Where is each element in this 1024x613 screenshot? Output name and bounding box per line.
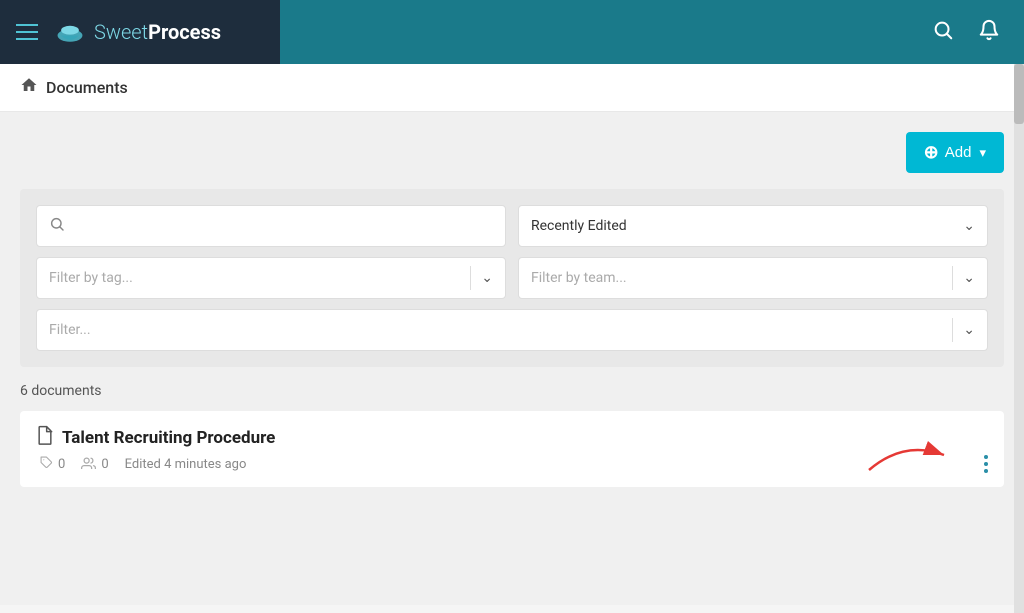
team-divider: [952, 266, 953, 290]
add-button[interactable]: ⊕ Add ▾: [906, 132, 1004, 173]
members-count: 0: [101, 457, 108, 472]
scrollbar-track[interactable]: [1014, 64, 1024, 613]
home-icon[interactable]: [20, 76, 38, 99]
tags-meta: 0: [40, 456, 65, 473]
bell-icon[interactable]: [978, 19, 1000, 46]
filter-row-1: Recently Edited ⌄: [36, 205, 988, 247]
document-title[interactable]: Talent Recruiting Procedure: [62, 428, 275, 448]
navbar: SweetProcess: [0, 0, 1024, 64]
filter-team-label: Filter by team...: [531, 270, 952, 286]
filter-full-chevron-icon: ⌄: [963, 322, 975, 338]
filter-team-select[interactable]: Filter by team... ⌄: [518, 257, 988, 299]
filter-tag-select[interactable]: Filter by tag... ⌄: [36, 257, 506, 299]
search-icon[interactable]: [932, 19, 954, 46]
hamburger-icon[interactable]: [16, 24, 38, 40]
document-item: Talent Recruiting Procedure 0: [20, 411, 1004, 487]
add-chevron-icon: ▾: [979, 145, 986, 161]
search-input[interactable]: [73, 218, 493, 234]
logo-text: SweetProcess: [94, 20, 221, 44]
members-meta-icon: [81, 456, 96, 473]
page-title: Documents: [46, 78, 128, 97]
logo-icon: [54, 16, 86, 48]
scrollbar-thumb[interactable]: [1014, 64, 1024, 124]
edit-time: Edited 4 minutes ago: [125, 457, 247, 472]
sort-chevron-icon: ⌄: [963, 218, 975, 234]
filter-full-divider: [952, 318, 953, 342]
breadcrumb-bar: Documents: [0, 64, 1024, 112]
tag-divider: [470, 266, 471, 290]
filter-full-label: Filter...: [49, 322, 952, 338]
search-input-wrapper[interactable]: [36, 205, 506, 247]
toolbar-row: ⊕ Add ▾: [20, 132, 1004, 173]
navbar-left: SweetProcess: [0, 0, 280, 64]
plus-circle-icon: ⊕: [924, 142, 939, 163]
members-meta: 0: [81, 456, 108, 473]
three-dots-menu-button[interactable]: [984, 455, 988, 473]
add-button-label: Add: [945, 144, 972, 161]
filter-row-3: Filter... ⌄: [36, 309, 988, 351]
logo-area: SweetProcess: [54, 16, 221, 48]
filter-card: Recently Edited ⌄ Filter by tag... ⌄ Fil…: [20, 189, 1004, 367]
filter-full-select[interactable]: Filter... ⌄: [36, 309, 988, 351]
main-content: ⊕ Add ▾ Recently Edited ⌄: [0, 112, 1024, 605]
tag-chevron-icon: ⌄: [481, 270, 493, 286]
tags-count: 0: [58, 457, 65, 472]
team-chevron-icon: ⌄: [963, 270, 975, 286]
navbar-right: [932, 19, 1008, 46]
document-title-row: Talent Recruiting Procedure: [36, 425, 988, 450]
filter-tag-label: Filter by tag...: [49, 270, 470, 286]
filter-row-2: Filter by tag... ⌄ Filter by team... ⌄: [36, 257, 988, 299]
document-count: 6 documents: [20, 383, 1004, 399]
sort-select[interactable]: Recently Edited ⌄: [518, 205, 988, 247]
document-icon: [36, 425, 54, 450]
sort-label: Recently Edited: [531, 218, 963, 234]
tag-meta-icon: [40, 456, 53, 473]
search-filter-icon: [49, 216, 65, 236]
document-meta-row: 0 0 Edited 4 minutes ago: [36, 456, 988, 473]
